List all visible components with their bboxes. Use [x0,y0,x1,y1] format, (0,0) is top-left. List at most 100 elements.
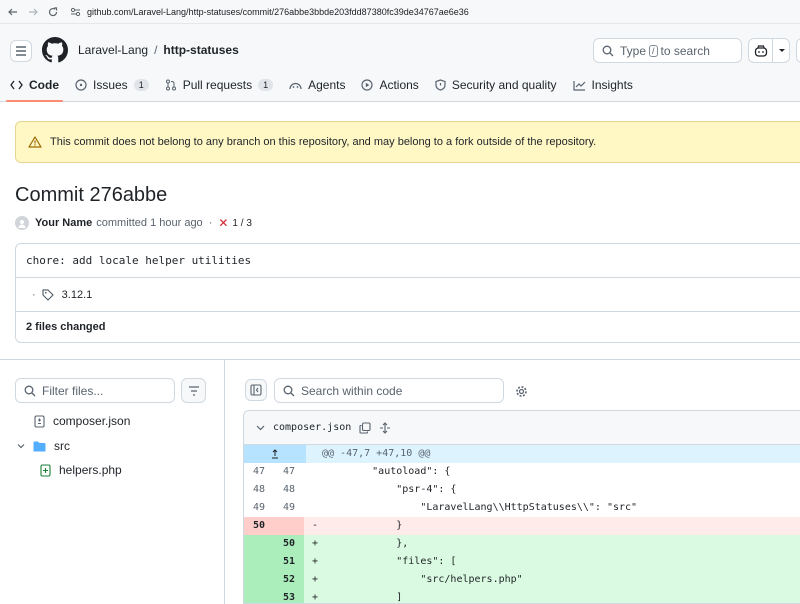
diff-line: 48 48 "psr-4": { [244,481,800,499]
diff-settings-button[interactable] [512,382,530,400]
files-changed-count: 2 files changed [26,321,106,333]
overflow-button[interactable] [796,38,800,63]
checks-count[interactable]: 1 / 3 [232,218,251,229]
diff-sign: + [312,556,319,567]
github-logo-icon[interactable] [42,37,68,63]
old-line-number[interactable] [244,571,274,589]
tree-file-composer-json[interactable]: composer.json [34,411,130,431]
old-line-number[interactable] [244,553,274,571]
search-prefix: Type [620,43,647,58]
diff-line: 47 47 "autoload": { [244,463,800,481]
chevron-down-icon[interactable] [17,442,25,450]
tab-code[interactable]: Code [6,74,63,102]
old-line-number[interactable]: 49 [244,499,274,517]
tab-label: Agents [308,78,346,92]
tab-label: Pull requests [182,78,253,92]
avatar[interactable] [15,216,29,230]
toggle-file-tree-button[interactable] [245,379,267,401]
new-line-number[interactable]: 48 [274,481,304,499]
checks-failed-icon[interactable]: ✕ [218,216,228,230]
code-line: "files": [ [324,556,457,567]
filter-options-button[interactable] [181,378,206,403]
section-divider [0,359,800,360]
code-line: "LaravelLang\\HttpStatuses\\": "src" [324,502,638,513]
copilot-button[interactable] [748,38,790,63]
commit-author-line: Your Name committed 1 hour ago · ✕ 1 / 3 [15,215,252,231]
new-line-number[interactable]: 49 [274,499,304,517]
commit-action-text: committed [96,217,148,229]
repo-name-link[interactable]: http-statuses [163,43,238,57]
author-name-link[interactable]: Your Name [35,217,92,229]
tree-folder-src[interactable]: src [17,436,70,456]
new-line-number[interactable]: 53 [274,589,304,603]
old-line-number[interactable] [244,535,274,553]
old-line-number[interactable]: 50 [244,517,274,535]
code-line: "autoload": { [324,466,451,477]
diff-line: 49 49 "LaravelLang\\HttpStatuses\\": "sr… [244,499,800,517]
diff-sign: + [312,574,319,585]
file-diff: composer.json @@ -47,7 +47,10 @@ 47 47 "… [243,410,800,604]
diff-line-added: 51 + "files": [ [244,553,800,571]
forward-arrow-icon[interactable] [26,5,40,19]
commit-time[interactable]: 1 hour ago [150,217,203,229]
old-line-number[interactable]: 48 [244,481,274,499]
tree-file-helpers-php[interactable]: helpers.php [40,460,122,480]
button-divider [772,38,773,63]
diff-filename-link[interactable]: composer.json [273,422,351,433]
folder-icon [33,441,46,452]
old-line-number[interactable]: 47 [244,463,274,481]
address-bar[interactable]: github.com/Laravel-Lang/http-statuses/co… [70,3,469,21]
hunk-header-text: @@ -47,7 +47,10 @@ [322,448,431,459]
chevron-down-icon[interactable] [256,423,265,432]
new-line-number[interactable]: 51 [274,553,304,571]
code-search-placeholder: Search within code [301,383,403,398]
commit-message: chore: add locale helper utilities [16,244,800,278]
tab-agents[interactable]: Agents [289,74,345,96]
file-added-icon [40,463,51,477]
search-within-code-input[interactable]: Search within code [274,378,504,403]
tag-link[interactable]: 3.12.1 [62,289,93,301]
tab-pull-requests[interactable]: Pull requests 1 [165,74,274,96]
old-line-number[interactable] [244,589,274,603]
pull-request-icon [165,79,177,91]
diff-sign: + [312,538,319,549]
tab-issues[interactable]: Issues 1 [75,74,149,96]
filter-icon [188,385,199,396]
sidebar-collapse-icon [250,384,262,396]
page-title: Commit 276abbe [15,184,168,206]
new-line-number[interactable] [274,517,304,535]
expand-all-icon[interactable] [379,421,391,434]
file-diff-icon [34,414,45,428]
url-text[interactable]: github.com/Laravel-Lang/http-statuses/co… [87,7,469,17]
global-search-button[interactable]: Type / to search [593,38,742,63]
tab-label: Code [29,78,59,92]
tab-security[interactable]: Security and quality [435,74,557,96]
repo-owner-link[interactable]: Laravel-Lang [78,43,148,57]
reload-icon[interactable] [46,5,60,19]
new-line-number[interactable]: 47 [274,463,304,481]
filter-placeholder: Filter files... [42,383,104,398]
breadcrumb: Laravel-Lang / http-statuses [78,43,239,57]
sidebar-divider [224,360,225,604]
pull-requests-counter: 1 [258,79,274,91]
tab-actions[interactable]: Actions [361,74,419,96]
expand-up-icon[interactable] [244,445,306,463]
code-line: ] [324,592,403,603]
menu-button[interactable] [10,40,32,62]
tab-insights[interactable]: Insights [572,74,633,96]
search-icon [602,45,614,56]
actions-icon [361,79,374,91]
filter-files-input[interactable]: Filter files... [15,378,175,403]
copy-icon[interactable] [359,421,371,434]
new-line-number[interactable]: 50 [274,535,304,553]
new-line-number[interactable]: 52 [274,571,304,589]
issues-counter: 1 [133,79,149,91]
tab-label: Issues [93,78,128,92]
back-arrow-icon[interactable] [6,5,20,19]
chevron-down-icon[interactable] [777,47,787,55]
tab-label: Actions [379,78,419,92]
separator-dot: · [208,217,213,229]
diff-sign: + [312,592,319,603]
gear-icon [515,385,527,397]
site-settings-icon[interactable] [70,7,81,17]
